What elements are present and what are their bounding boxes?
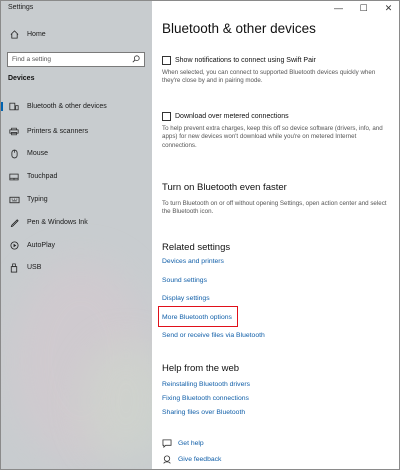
sidebar-item-touchpad[interactable]: Touchpad <box>1 169 152 184</box>
settings-window: Settings Home Find a setting Devices Blu… <box>0 0 400 470</box>
home-icon <box>1 30 27 39</box>
main-content: — ☐ ✕ Bluetooth & other devices Show not… <box>152 1 399 469</box>
sidebar-item-bluetooth[interactable]: Bluetooth & other devices <box>1 99 152 114</box>
checkbox-label: Download over metered connections <box>175 113 289 120</box>
link-devices-and-printers[interactable]: Devices and printers <box>162 258 224 265</box>
sidebar-item-label: Home <box>27 31 46 38</box>
minimize-button[interactable]: — <box>326 1 351 16</box>
sidebar-item-label: Typing <box>27 196 48 203</box>
link-display-settings[interactable]: Display settings <box>162 295 210 302</box>
bluetooth-devices-icon <box>1 102 27 111</box>
sidebar-item-printers[interactable]: Printers & scanners <box>1 124 152 139</box>
section-heading-related: Related settings <box>162 242 231 253</box>
search-input[interactable]: Find a setting <box>7 52 145 67</box>
sidebar: Settings Home Find a setting Devices Blu… <box>1 1 171 469</box>
give-feedback-link[interactable]: Give feedback <box>162 455 221 464</box>
sidebar-item-usb[interactable]: USB <box>1 260 152 275</box>
chat-help-icon <box>162 439 178 448</box>
usb-icon <box>1 263 27 273</box>
sidebar-item-pen[interactable]: Pen & Windows Ink <box>1 215 152 230</box>
close-button[interactable]: ✕ <box>376 1 399 16</box>
window-controls: — ☐ ✕ <box>326 1 399 16</box>
checkbox-box[interactable] <box>162 112 171 121</box>
highlight-box <box>158 306 238 327</box>
sidebar-item-label: Touchpad <box>27 173 58 180</box>
link-sound-settings[interactable]: Sound settings <box>162 277 207 284</box>
checkbox-label: Show notifications to connect using Swif… <box>175 57 316 64</box>
section-heading-help: Help from the web <box>162 363 240 374</box>
metered-download-checkbox[interactable]: Download over metered connections <box>162 112 289 121</box>
sidebar-item-typing[interactable]: Typing <box>1 192 152 207</box>
feedback-icon <box>162 455 178 464</box>
search-icon[interactable] <box>132 54 140 65</box>
link-fixing-connections[interactable]: Fixing Bluetooth connections <box>162 395 249 402</box>
sidebar-item-mouse[interactable]: Mouse <box>1 146 152 161</box>
sidebar-item-label: Printers & scanners <box>27 128 89 135</box>
get-help-link[interactable]: Get help <box>162 439 204 448</box>
sidebar-section-heading: Devices <box>8 75 35 82</box>
pen-icon <box>1 218 27 227</box>
sidebar-item-label: Pen & Windows Ink <box>27 219 88 226</box>
link-reinstalling-drivers[interactable]: Reinstalling Bluetooth drivers <box>162 381 250 388</box>
faster-description: To turn Bluetooth on or off without open… <box>162 200 387 216</box>
link-send-receive-files[interactable]: Send or receive files via Bluetooth <box>162 332 265 339</box>
metered-description: To help prevent extra charges, keep this… <box>162 125 383 149</box>
checkbox-box[interactable] <box>162 56 171 65</box>
printer-icon <box>1 127 27 136</box>
touchpad-icon <box>1 173 27 181</box>
swift-pair-checkbox[interactable]: Show notifications to connect using Swif… <box>162 56 316 65</box>
sidebar-item-label: Bluetooth & other devices <box>27 103 107 110</box>
autoplay-icon <box>1 241 27 250</box>
sidebar-item-label: USB <box>27 264 42 271</box>
sidebar-item-autoplay[interactable]: AutoPlay <box>1 238 152 253</box>
sidebar-item-label: Mouse <box>27 150 49 157</box>
mouse-icon <box>1 149 27 159</box>
maximize-button[interactable]: ☐ <box>351 1 376 16</box>
page-title: Bluetooth & other devices <box>162 21 316 36</box>
window-title: Settings <box>8 4 34 11</box>
search-placeholder: Find a setting <box>12 56 52 63</box>
get-help-label: Get help <box>178 440 204 447</box>
sidebar-item-label: AutoPlay <box>27 242 56 249</box>
keyboard-icon <box>1 196 27 204</box>
link-sharing-files[interactable]: Sharing files over Bluetooth <box>162 409 245 416</box>
give-feedback-label: Give feedback <box>178 456 222 463</box>
swift-pair-description: When selected, you can connect to suppor… <box>162 69 376 85</box>
sidebar-item-home[interactable]: Home <box>1 30 152 39</box>
section-heading-faster: Turn on Bluetooth even faster <box>162 182 287 193</box>
